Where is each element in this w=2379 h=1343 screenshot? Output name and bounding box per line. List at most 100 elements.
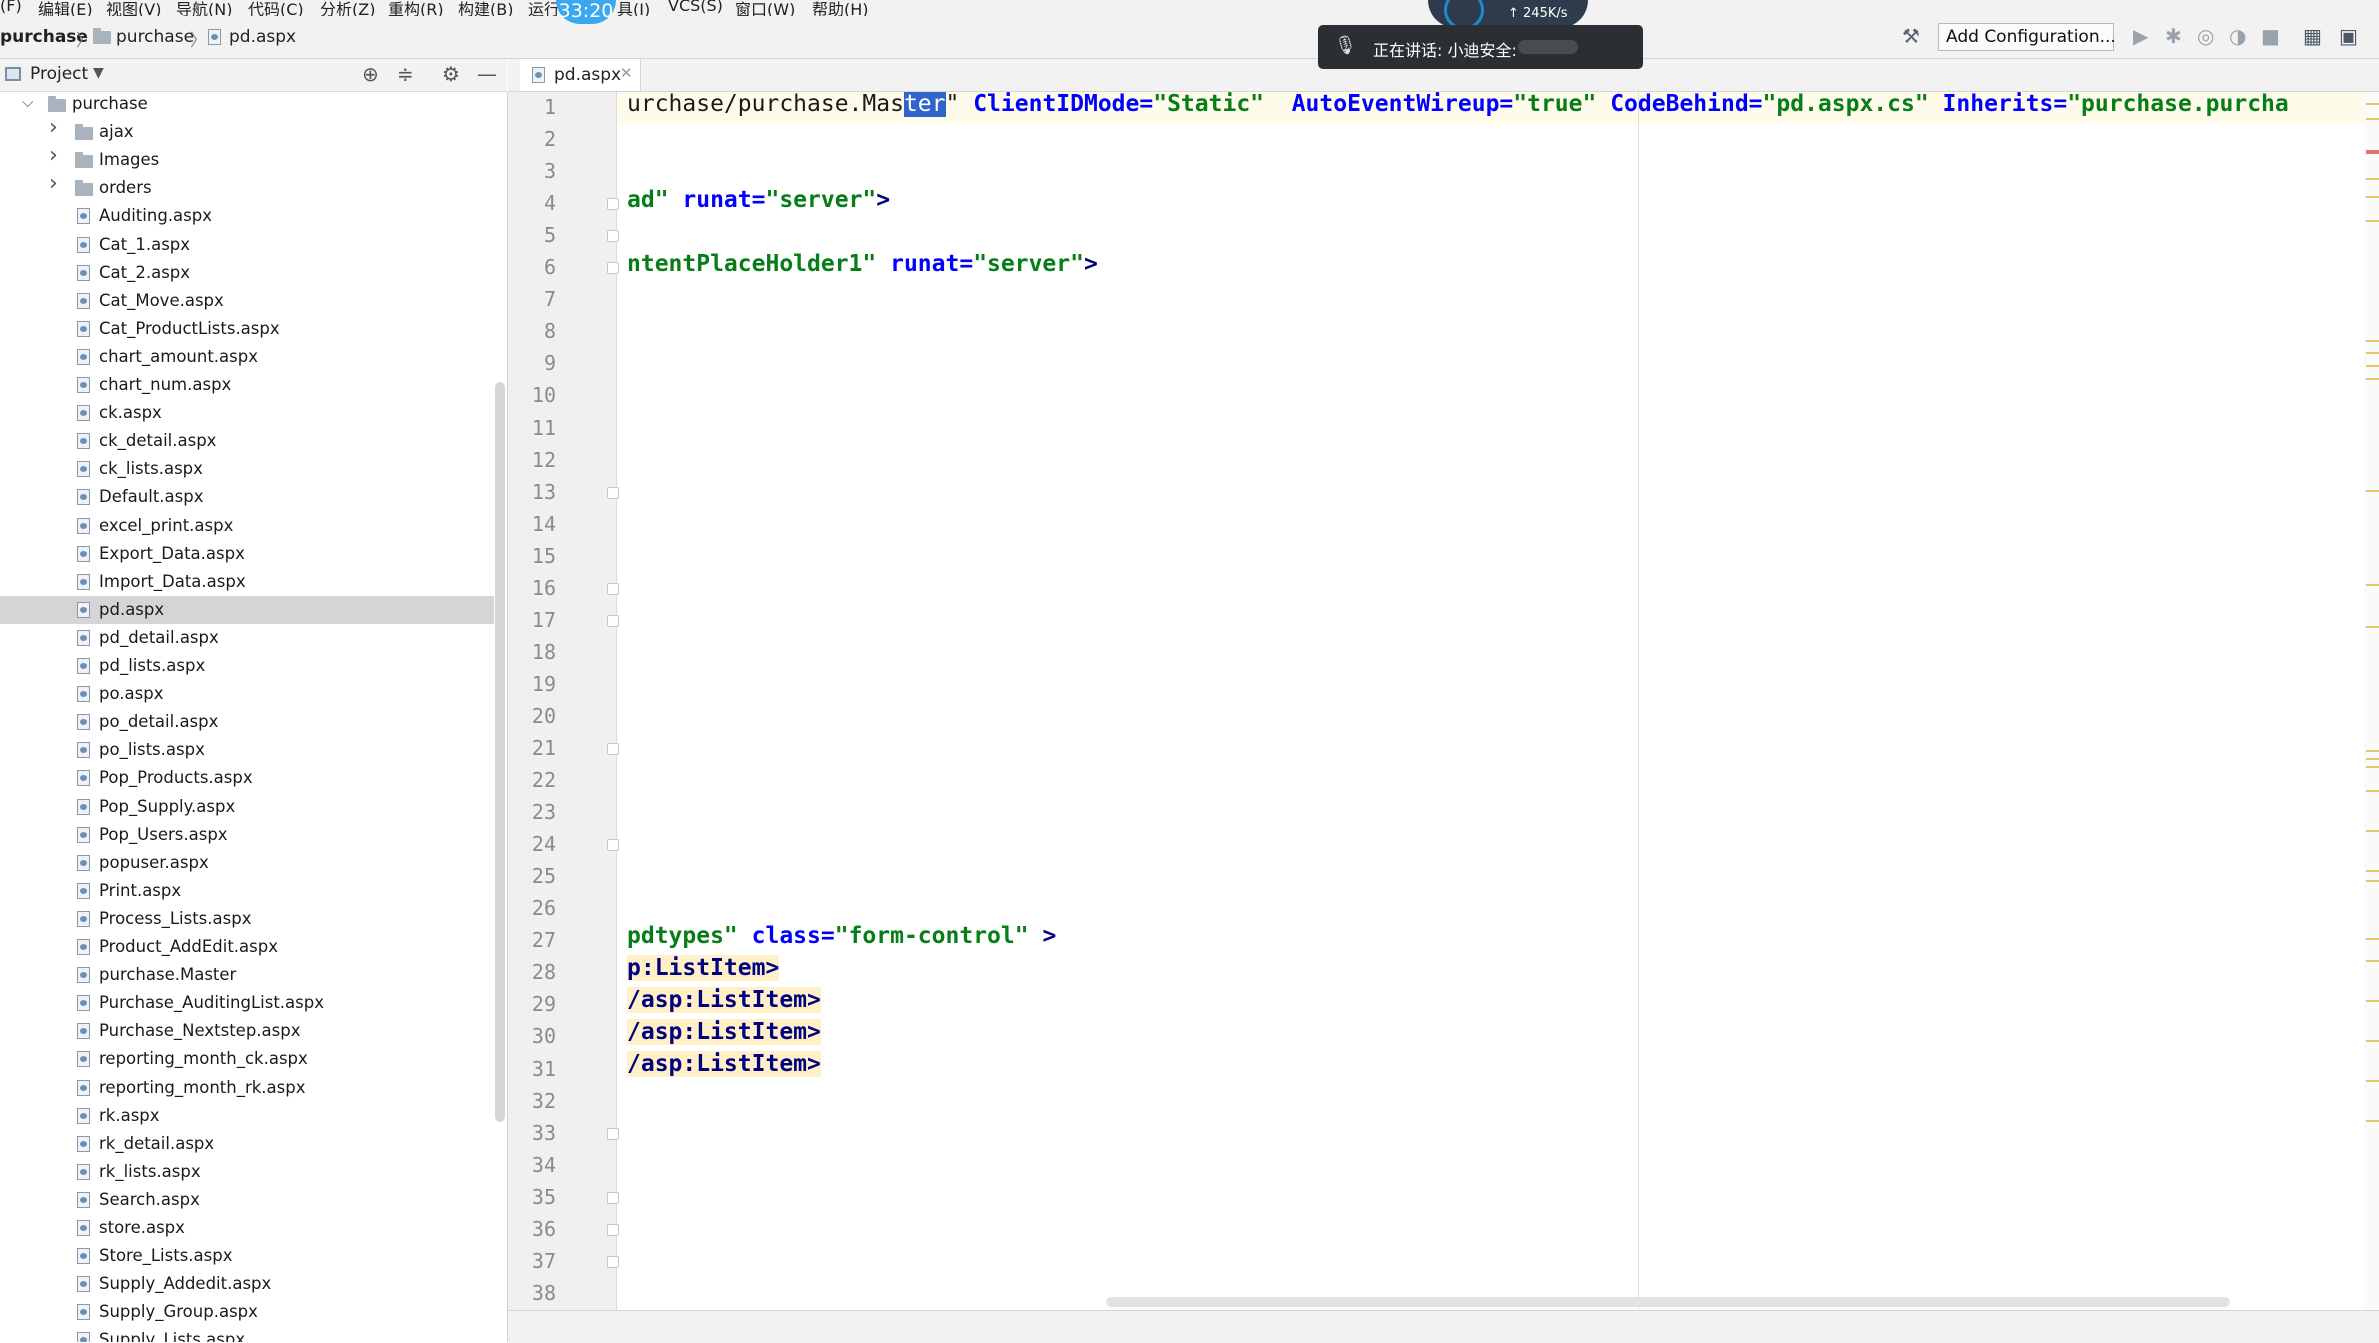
menu-file[interactable]: (F)	[0, 0, 22, 15]
code-line-6[interactable]: ntentPlaceHolder1" runat="server">	[627, 249, 1098, 279]
tree-file-item[interactable]: popuser.aspx	[0, 849, 494, 877]
fold-marker-icon[interactable]	[607, 582, 619, 595]
tree-file-item[interactable]: Pop_Supply.aspx	[0, 793, 494, 821]
tree-file-item[interactable]: ck_detail.aspx	[0, 427, 494, 455]
tree-file-item[interactable]: chart_amount.aspx	[0, 343, 494, 371]
tree-file-item[interactable]: Cat_2.aspx	[0, 259, 494, 287]
tree-file-item[interactable]: po_detail.aspx	[0, 708, 494, 736]
tree-file-item[interactable]: ck.aspx	[0, 399, 494, 427]
add-configuration-button[interactable]: Add Configuration...	[1938, 23, 2116, 51]
tree-file-item[interactable]: Print.aspx	[0, 877, 494, 905]
tree-file-item[interactable]: Export_Data.aspx	[0, 540, 494, 568]
tree-file-item[interactable]: Default.aspx	[0, 483, 494, 511]
tree-file-item[interactable]: pd_lists.aspx	[0, 652, 494, 680]
stripe-marker[interactable]	[2366, 758, 2379, 760]
stripe-marker[interactable]	[2366, 378, 2379, 380]
tree-file-item[interactable]: Search.aspx	[0, 1186, 494, 1214]
breadcrumb-project[interactable]: purchase	[0, 27, 88, 47]
stripe-marker[interactable]	[2366, 352, 2379, 354]
fold-marker-icon[interactable]	[607, 230, 619, 243]
tree-file-item[interactable]: pd.aspx	[0, 595, 494, 624]
stripe-marker[interactable]	[2366, 938, 2379, 940]
stripe-marker[interactable]	[2366, 790, 2379, 792]
stripe-marker[interactable]	[2366, 1080, 2379, 1082]
menu-view[interactable]: 视图(V)	[106, 0, 161, 16]
chevron-down-icon[interactable]: ⌵	[22, 93, 33, 111]
fold-marker-icon[interactable]	[607, 1127, 619, 1140]
menu-edit[interactable]: 编辑(E)	[38, 0, 93, 16]
fold-marker-icon[interactable]	[607, 1255, 619, 1268]
collapse-all-icon[interactable]: ≑	[397, 62, 414, 86]
fold-marker-icon[interactable]	[607, 839, 619, 852]
tree-file-item[interactable]: Purchase_Nextstep.aspx	[0, 1017, 494, 1045]
stripe-marker[interactable]	[2366, 870, 2379, 872]
code-line-27[interactable]: pdtypes" class="form-control" >	[627, 921, 1056, 951]
breadcrumb-folder[interactable]: purchase	[116, 27, 194, 47]
tree-file-item[interactable]: Cat_ProductLists.aspx	[0, 315, 494, 343]
stripe-marker[interactable]	[2366, 766, 2379, 768]
stripe-marker[interactable]	[2366, 340, 2379, 342]
tree-file-item[interactable]: po_lists.aspx	[0, 736, 494, 764]
toggle-window-icon[interactable]: ▣	[2339, 24, 2358, 48]
code-line-1[interactable]: urchase/purchase.Master" ClientIDMode="S…	[627, 92, 2289, 119]
tree-root-purchase[interactable]: ⌵ purchase	[0, 92, 494, 118]
menu-analyze[interactable]: 分析(Z)	[320, 0, 375, 16]
chevron-right-icon[interactable]: ›	[49, 143, 58, 168]
tree-file-item[interactable]: rk_lists.aspx	[0, 1158, 494, 1186]
chevron-right-icon[interactable]: ›	[49, 115, 58, 140]
run-icon[interactable]: ▶	[2133, 24, 2148, 48]
stripe-marker[interactable]	[2366, 584, 2379, 586]
gear-icon[interactable]: ⚙	[442, 62, 460, 86]
debug-icon[interactable]: ✱	[2165, 24, 2182, 48]
code-line-4[interactable]: ad" runat="server">	[627, 185, 890, 215]
fold-marker-icon[interactable]	[607, 262, 619, 275]
project-structure-icon[interactable]: ▦	[2303, 24, 2322, 48]
stripe-marker[interactable]	[2366, 1120, 2379, 1122]
coverage-icon[interactable]: ◎	[2197, 24, 2214, 48]
tree-file-item[interactable]: chart_num.aspx	[0, 371, 494, 399]
chevron-down-icon[interactable]: ▼	[93, 65, 104, 81]
tree-folder-item[interactable]: › orders	[0, 171, 494, 202]
profile-icon[interactable]: ◑	[2229, 24, 2246, 48]
tree-file-item[interactable]: reporting_month_rk.aspx	[0, 1074, 494, 1102]
stripe-marker[interactable]	[2366, 1000, 2379, 1002]
code-line-31[interactable]: /asp:ListItem>	[627, 1049, 821, 1079]
menu-vcs[interactable]: VCS(S)	[668, 0, 723, 15]
stripe-marker[interactable]	[2366, 960, 2379, 962]
stripe-marker[interactable]	[2366, 178, 2379, 180]
tree-file-item[interactable]: Import_Data.aspx	[0, 568, 494, 596]
menu-build[interactable]: 构建(B)	[458, 0, 513, 16]
tree-file-item[interactable]: Store_Lists.aspx	[0, 1242, 494, 1270]
stop-icon[interactable]: ■	[2261, 24, 2280, 48]
breadcrumb-file[interactable]: pd.aspx	[229, 27, 296, 47]
menu-navigate[interactable]: 导航(N)	[176, 0, 232, 16]
fold-marker-icon[interactable]	[607, 1191, 619, 1204]
stripe-marker[interactable]	[2366, 196, 2379, 198]
close-icon[interactable]: ✕	[620, 64, 633, 82]
tree-file-item[interactable]: Cat_1.aspx	[0, 231, 494, 259]
stripe-marker[interactable]	[2366, 1040, 2379, 1042]
hammer-build-icon[interactable]: ⚒	[1902, 24, 1920, 48]
tree-file-item[interactable]: Supply_Lists.aspx	[0, 1326, 494, 1342]
stripe-marker[interactable]	[2366, 830, 2379, 832]
stripe-marker[interactable]	[2366, 626, 2379, 628]
tree-file-item[interactable]: pd_detail.aspx	[0, 624, 494, 652]
tree-folder-item[interactable]: › Images	[0, 143, 494, 174]
tree-file-item[interactable]: Auditing.aspx	[0, 202, 494, 230]
tree-file-item[interactable]: Supply_Addedit.aspx	[0, 1270, 494, 1298]
fold-marker-icon[interactable]	[607, 1223, 619, 1236]
code-editor[interactable]: urchase/purchase.Master" ClientIDMode="S…	[617, 92, 2364, 1310]
menu-help[interactable]: 帮助(H)	[812, 0, 869, 16]
code-line-29[interactable]: /asp:ListItem>	[627, 985, 821, 1015]
fold-marker-icon[interactable]	[607, 614, 619, 627]
tree-file-item[interactable]: purchase.Master	[0, 961, 494, 989]
menu-tools[interactable]: 具(I)	[617, 0, 650, 16]
tree-file-item[interactable]: Purchase_AuditingList.aspx	[0, 989, 494, 1017]
stripe-marker[interactable]	[2366, 880, 2379, 882]
fold-marker-icon[interactable]	[607, 486, 619, 499]
tree-file-item[interactable]: po.aspx	[0, 680, 494, 708]
menu-refactor[interactable]: 重构(R)	[388, 0, 444, 16]
tree-file-item[interactable]: reporting_month_ck.aspx	[0, 1045, 494, 1073]
code-line-28[interactable]: p:ListItem>	[627, 953, 780, 983]
stripe-marker[interactable]	[2366, 365, 2379, 367]
